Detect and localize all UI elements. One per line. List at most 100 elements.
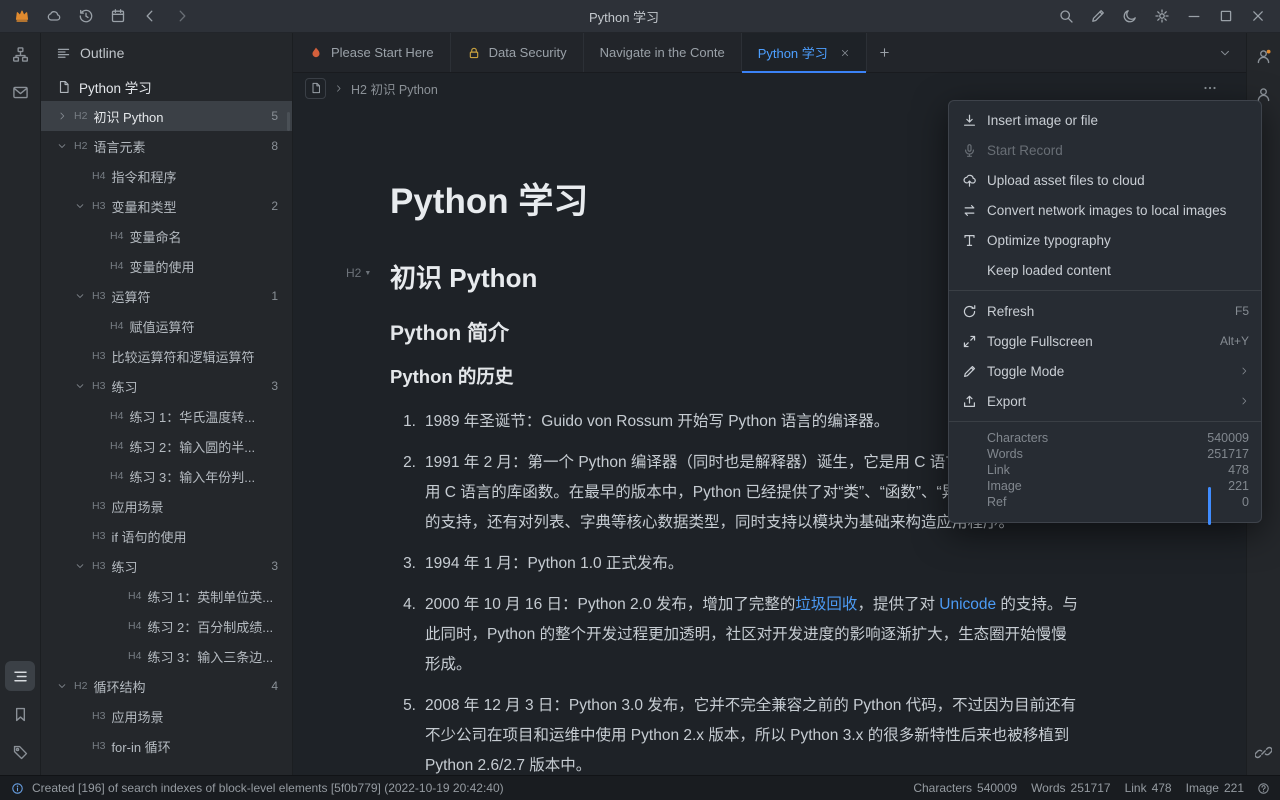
status-stat-value: 478 <box>1152 781 1172 795</box>
menu-item-insert-image-or-file[interactable]: Insert image or file <box>949 105 1261 135</box>
scrollbar-thumb[interactable] <box>1208 487 1211 525</box>
pencil-icon[interactable] <box>1090 8 1106 24</box>
menu-item-convert-network-images-to-local-images[interactable]: Convert network images to local images <box>949 195 1261 225</box>
gear-icon[interactable] <box>1154 8 1170 24</box>
outline-item[interactable]: H3练习3 <box>41 371 292 401</box>
chevron-right-icon[interactable] <box>174 8 190 24</box>
tab-close-icon[interactable] <box>840 48 850 58</box>
document-chip[interactable] <box>305 78 326 99</box>
outline-item[interactable]: H3for-in 循环 <box>41 731 292 761</box>
cloud-icon[interactable] <box>46 8 62 24</box>
outline-item[interactable]: H2循环结构4 <box>41 671 292 701</box>
tab-list-button[interactable] <box>1204 33 1246 72</box>
chevron-down-icon[interactable] <box>75 291 92 301</box>
titlebar-right-icons <box>1044 8 1280 24</box>
app-logo-icon[interactable] <box>14 8 30 24</box>
heading-tag: H4 <box>110 440 123 452</box>
list-item: 3.1994 年 1 月：Python 1.0 正式发布。 <box>390 549 1078 579</box>
search-icon[interactable] <box>1058 8 1074 24</box>
menu-item-label: Toggle Mode <box>987 364 1229 379</box>
outline-item-label: 练习 <box>111 377 137 396</box>
chevron-down-icon[interactable] <box>75 381 92 391</box>
outline-item-label: 练习 <box>111 557 137 576</box>
sidebar-scrollbar-thumb[interactable] <box>287 112 290 131</box>
outline-item[interactable]: H3if 语句的使用 <box>41 521 292 551</box>
menu-item-toggle-fullscreen[interactable]: Toggle FullscreenAlt+Y <box>949 326 1261 356</box>
outline-item[interactable]: H3应用场景 <box>41 491 292 521</box>
menu-item-optimize-typography[interactable]: Optimize typography <box>949 225 1261 255</box>
help-icon[interactable] <box>1256 782 1270 795</box>
bookmark-icon[interactable] <box>5 699 35 729</box>
outline-item-label: 语言元素 <box>93 137 145 156</box>
tab-please-start-here[interactable]: Please Start Here <box>293 33 451 72</box>
minimize-icon[interactable] <box>1186 8 1202 24</box>
outline-item-label: 练习 3：输入三条边... <box>147 647 273 666</box>
heading-tag: H3 <box>92 380 105 392</box>
outline-item[interactable]: H4指令和程序 <box>41 161 292 191</box>
chevron-down-icon[interactable] <box>75 561 92 571</box>
chevron-down-icon[interactable] <box>57 141 74 151</box>
outline-item[interactable]: H3比较运算符和逻辑运算符 <box>41 341 292 371</box>
outline-item[interactable]: H3变量和类型2 <box>41 191 292 221</box>
inline-link[interactable]: Unicode <box>939 596 996 613</box>
outline-item[interactable]: H4练习 1：华氏温度转... <box>41 401 292 431</box>
tag-icon[interactable] <box>5 737 35 767</box>
mail-icon[interactable] <box>5 77 35 107</box>
sitemap-icon[interactable] <box>5 39 35 69</box>
tab-python[interactable]: Python 学习 <box>742 33 867 72</box>
outline-item[interactable]: H4变量的使用 <box>41 251 292 281</box>
outline-item[interactable]: H4赋值运算符 <box>41 311 292 341</box>
chevron-down-icon[interactable] <box>75 201 92 211</box>
outline-item[interactable]: H4练习 1：英制单位英... <box>41 581 292 611</box>
list-item-number: 4. <box>390 590 416 680</box>
link-icon[interactable] <box>1249 737 1279 767</box>
close-icon[interactable] <box>1250 8 1266 24</box>
user-badge-icon[interactable] <box>1249 41 1279 71</box>
menu-stat-value: 478 <box>1228 462 1249 478</box>
outline-root-item[interactable]: Python 学习 <box>41 73 292 101</box>
outline-icon[interactable] <box>5 661 35 691</box>
menu-item-toggle-mode[interactable]: Toggle Mode <box>949 356 1261 386</box>
inline-link[interactable]: 垃圾回收 <box>795 596 857 613</box>
outline-item-label: 练习 2：输入圆的半... <box>129 437 255 456</box>
outline-item[interactable]: H4练习 3：输入三条边... <box>41 641 292 671</box>
outline-item[interactable]: H4变量命名 <box>41 221 292 251</box>
tab-data-security[interactable]: Data Security <box>451 33 584 72</box>
chevron-right-icon[interactable] <box>57 111 74 121</box>
right-dock-top <box>1249 41 1279 109</box>
history-icon[interactable] <box>78 8 94 24</box>
menu-item-keep-loaded-content[interactable]: Keep loaded content <box>949 255 1261 285</box>
window-title: Python 学习 <box>204 7 1044 26</box>
outline-item[interactable]: H3运算符1 <box>41 281 292 311</box>
new-tab-button[interactable] <box>867 33 903 72</box>
menu-stat-label: Link <box>987 462 1010 478</box>
tab-navigate-in-the-conte[interactable]: Navigate in the Conte <box>584 33 742 72</box>
more-options-icon[interactable] <box>1202 80 1234 96</box>
outline-item-label: for-in 循环 <box>111 737 170 756</box>
outline-item[interactable]: H4练习 3：输入年份判... <box>41 461 292 491</box>
outline-item[interactable]: H4练习 2：百分制成绩... <box>41 611 292 641</box>
breadcrumb-path[interactable]: H2 初识 Python <box>351 79 438 98</box>
plus-icon <box>878 46 891 59</box>
text-run: 1989 年圣诞节：Guido von Rossum 开始写 Python 语言… <box>425 413 889 430</box>
menu-stat-label: Ref <box>987 494 1006 510</box>
outline-item[interactable]: H3练习3 <box>41 551 292 581</box>
outline-item[interactable]: H2初识 Python5 <box>41 101 292 131</box>
maximize-icon[interactable] <box>1218 8 1234 24</box>
calendar-icon[interactable] <box>110 8 126 24</box>
status-message: Created [196] of search indexes of block… <box>32 781 504 795</box>
tab-label: Data Security <box>489 45 567 60</box>
moon-icon[interactable] <box>1122 8 1138 24</box>
chevron-down-icon[interactable] <box>57 681 74 691</box>
outline-item-label: 练习 1：英制单位英... <box>147 587 273 606</box>
outline-item-label: 变量和类型 <box>111 197 176 216</box>
menu-item-refresh[interactable]: RefreshF5 <box>949 296 1261 326</box>
heading-level-tag: H2 <box>346 266 361 280</box>
menu-item-upload-asset-files-to-cloud[interactable]: Upload asset files to cloud <box>949 165 1261 195</box>
outline-item[interactable]: H4 练习 2：输入圆的半... <box>41 431 292 461</box>
menu-item-export[interactable]: Export <box>949 386 1261 416</box>
outline-item[interactable]: H2语言元素8 <box>41 131 292 161</box>
heading-collapse-control[interactable]: H2 ▼ <box>346 266 371 280</box>
chevron-left-icon[interactable] <box>142 8 158 24</box>
outline-item[interactable]: H3应用场景 <box>41 701 292 731</box>
